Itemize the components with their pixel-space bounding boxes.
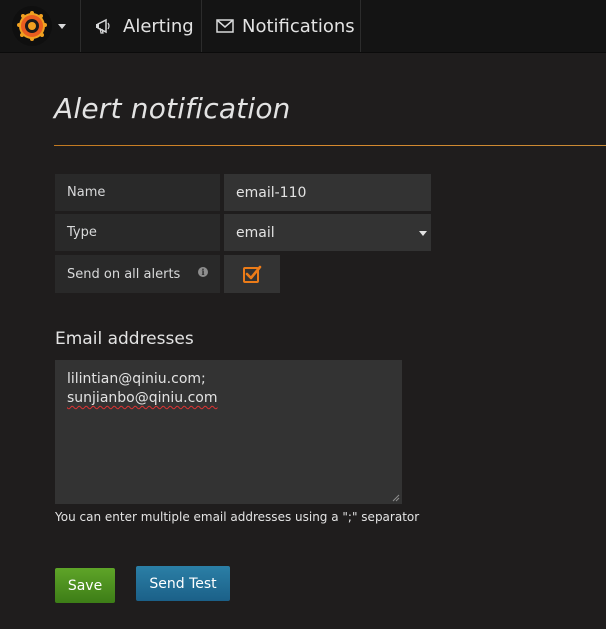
type-select-value: email: [236, 224, 275, 241]
nav-alerting[interactable]: Alerting: [81, 0, 202, 52]
name-input[interactable]: email-110: [224, 174, 431, 211]
title-divider: [54, 145, 606, 146]
type-label: Type: [55, 214, 220, 251]
email-addresses-textarea[interactable]: lilintian@qiniu.com; sunjianbo@qiniu.com: [55, 360, 402, 504]
email-line: sunjianbo@qiniu.com: [67, 390, 218, 406]
send-all-alerts-text: Send on all alerts: [67, 266, 181, 282]
page-title: Alert notification: [54, 92, 291, 125]
nav-alerting-label: Alerting: [123, 15, 194, 37]
checkbox-checked-icon: [243, 265, 262, 283]
grafana-logo-icon: [12, 6, 52, 46]
chevron-down-icon: [58, 24, 66, 29]
email-line: lilintian@qiniu.com;: [67, 371, 206, 387]
send-test-button[interactable]: Send Test: [136, 566, 230, 601]
send-all-alerts-label: Send on all alerts i: [55, 255, 220, 293]
megaphone-icon: [95, 17, 115, 35]
email-help-text: You can enter multiple email addresses u…: [55, 510, 420, 524]
resize-grip-icon[interactable]: [392, 494, 400, 502]
envelope-icon: [216, 19, 234, 33]
grafana-menu-button[interactable]: [0, 0, 81, 52]
send-all-alerts-checkbox[interactable]: [224, 255, 280, 293]
chevron-down-icon: [419, 231, 427, 236]
info-icon[interactable]: i: [198, 267, 208, 277]
nav-notifications[interactable]: Notifications: [202, 0, 361, 52]
nav-notifications-label: Notifications: [242, 15, 355, 37]
email-addresses-heading: Email addresses: [55, 329, 194, 349]
name-label: Name: [55, 174, 220, 211]
type-select[interactable]: email: [224, 214, 431, 251]
save-button[interactable]: Save: [55, 568, 115, 603]
top-navbar: Alerting Notifications: [0, 0, 606, 53]
